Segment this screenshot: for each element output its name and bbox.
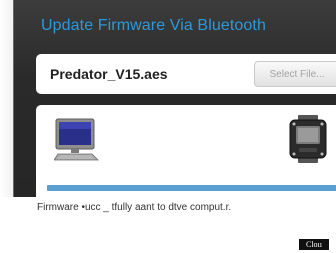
progress-bar [47,185,336,191]
progress-fill [47,185,336,191]
close-button[interactable]: Cloıı [299,239,329,250]
status-message: Firmware •ucc _ tfully aant to dtve comp… [37,202,232,213]
screen: Update Firmware Via Bluetooth Predator_V… [0,0,336,253]
file-name: Predator_V15.aes [50,66,168,82]
firmware-dialog: Update Firmware Via Bluetooth Predator_V… [13,0,336,197]
transfer-panel [36,105,336,197]
dialog-title: Update Firmware Via Bluetooth [41,17,266,34]
file-row: Predator_V15.aes Select File... [36,54,336,94]
background-edge [0,0,13,197]
computer-icon [53,118,100,162]
device-icon [289,115,327,163]
select-file-button[interactable]: Select File... [254,61,336,87]
